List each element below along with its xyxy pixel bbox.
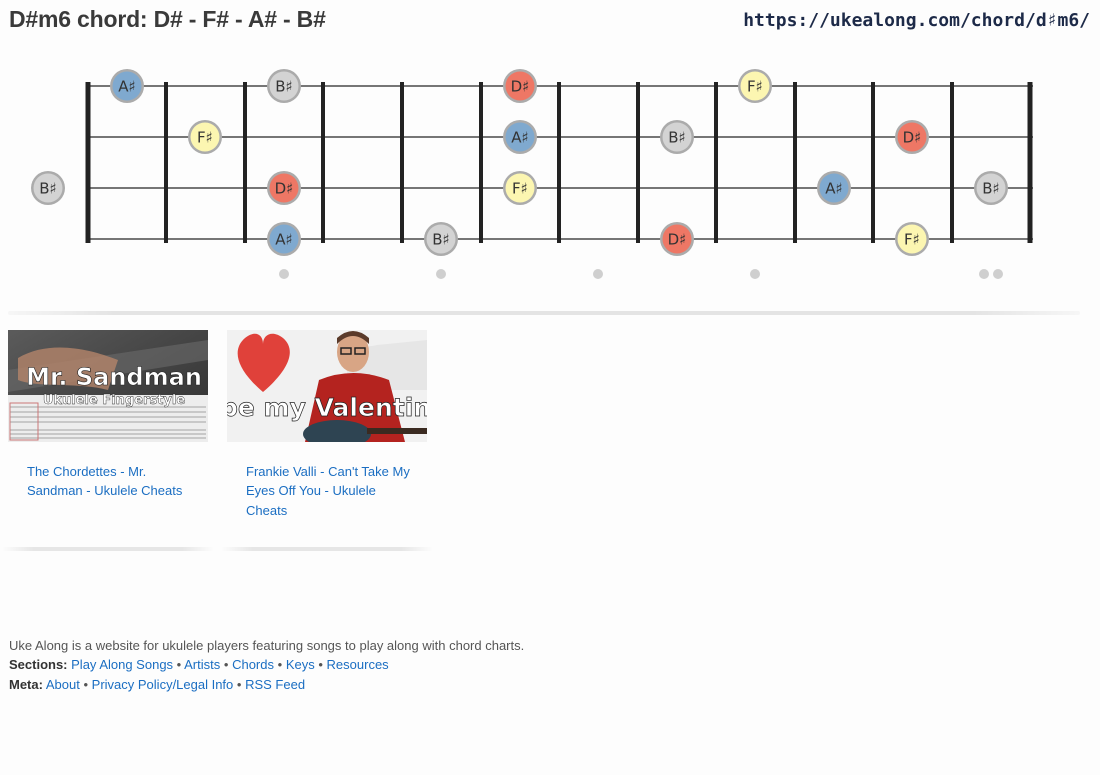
fret-marker-dot xyxy=(979,269,989,279)
note-label: F♯ xyxy=(512,180,528,198)
note-label: D♯ xyxy=(668,231,687,249)
video-thumbnail[interactable]: ...be my Valentine? xyxy=(227,330,427,442)
footer-separator: • xyxy=(83,676,89,692)
note-label: F♯ xyxy=(747,78,763,96)
video-card-sandman[interactable]: Mr. Sandman Ukulele Fingerstyle The Chor… xyxy=(2,330,214,552)
fret-marker-dot xyxy=(279,269,289,279)
video-card-valentine[interactable]: ...be my Valentine? Frankie Valli - Can'… xyxy=(221,330,433,552)
footer-link-about[interactable]: About xyxy=(46,677,80,692)
note-label: D♯ xyxy=(511,78,530,96)
fret-marker-dot xyxy=(993,269,1003,279)
note-marker: F♯ xyxy=(738,69,772,103)
footer-link-privacy[interactable]: Privacy Policy/Legal Info xyxy=(92,677,234,692)
fret-marker-dot xyxy=(436,269,446,279)
note-marker: B♯ xyxy=(267,69,301,103)
footer-link-rss[interactable]: RSS Feed xyxy=(245,677,305,692)
footer-link-resources[interactable]: Resources xyxy=(327,657,389,672)
note-marker: B♯ xyxy=(424,222,458,256)
note-marker: A♯ xyxy=(267,222,301,256)
note-marker: F♯ xyxy=(503,171,537,205)
note-marker: A♯ xyxy=(110,69,144,103)
note-label: A♯ xyxy=(275,231,293,249)
video-thumbnail[interactable]: Mr. Sandman Ukulele Fingerstyle xyxy=(8,330,208,442)
footer-link-play-along-songs[interactable]: Play Along Songs xyxy=(71,657,173,672)
footer-separator: • xyxy=(318,657,323,673)
note-marker: D♯ xyxy=(895,120,929,154)
note-marker: A♯ xyxy=(817,171,851,205)
fret-marker-dot xyxy=(593,269,603,279)
footer-separator: • xyxy=(176,657,182,673)
site-footer: Uke Along is a website for ukulele playe… xyxy=(9,636,524,694)
footer-meta: Meta: About • Privacy Policy/Legal Info … xyxy=(9,675,524,694)
note-marker: D♯ xyxy=(660,222,694,256)
fretboard-diagram: A♯ B♯ D♯ F♯ F♯ A♯ B♯ D♯ B♯ D♯ F♯ A♯ B♯ A♯ B♯ D♯ F♯ xyxy=(31,69,1033,279)
card-divider xyxy=(221,547,433,551)
note-label: A♯ xyxy=(511,129,529,147)
footer-separator: • xyxy=(236,676,242,692)
fret-marker-dot xyxy=(750,269,760,279)
thumb-title: Mr. Sandman xyxy=(26,363,202,391)
footer-separator: • xyxy=(223,657,229,673)
note-label: F♯ xyxy=(904,231,920,249)
note-label: D♯ xyxy=(903,129,922,147)
footer-about: Uke Along is a website for ukulele playe… xyxy=(9,638,525,653)
thumb-subtitle: Ukulele Fingerstyle xyxy=(43,393,186,408)
note-marker: B♯ xyxy=(974,171,1008,205)
note-label: B♯ xyxy=(982,180,1000,198)
note-marker: F♯ xyxy=(895,222,929,256)
card-divider xyxy=(2,547,214,551)
note-marker: F♯ xyxy=(188,120,222,154)
section-divider xyxy=(8,311,1080,315)
note-marker: D♯ xyxy=(503,69,537,103)
video-link[interactable]: Frankie Valli - Can't Take My Eyes Off Y… xyxy=(246,462,416,520)
footer-link-artists[interactable]: Artists xyxy=(184,657,220,672)
note-label: A♯ xyxy=(825,180,843,198)
note-label: B♯ xyxy=(39,180,57,198)
related-videos: Mr. Sandman Ukulele Fingerstyle The Chor… xyxy=(0,330,440,555)
note-label: D♯ xyxy=(275,180,294,198)
note-marker: B♯ xyxy=(31,171,65,205)
footer-separator: • xyxy=(277,657,283,673)
footer-sections: Sections: Play Along Songs • Artists • C… xyxy=(9,655,524,674)
note-label: B♯ xyxy=(432,231,450,249)
footer-link-keys[interactable]: Keys xyxy=(286,657,315,672)
note-label: B♯ xyxy=(275,78,293,96)
thumb-title: ...be my Valentine? xyxy=(227,393,427,422)
footer-meta-label: Meta: xyxy=(9,676,43,692)
video-link[interactable]: The Chordettes - Mr. Sandman - Ukulele C… xyxy=(27,462,197,501)
footer-sections-label: Sections: xyxy=(9,657,68,673)
page-title: D#m6 chord: D# - F# - A# - B# xyxy=(9,6,326,32)
note-marker: A♯ xyxy=(503,120,537,154)
note-marker: B♯ xyxy=(660,120,694,154)
note-label: B♯ xyxy=(668,129,686,147)
note-marker: D♯ xyxy=(267,171,301,205)
note-label: A♯ xyxy=(118,78,136,96)
note-label: F♯ xyxy=(197,129,213,147)
page-url[interactable]: https://ukealong.com/chord/d♯m6/ xyxy=(743,10,1090,31)
footer-link-chords[interactable]: Chords xyxy=(232,657,274,672)
